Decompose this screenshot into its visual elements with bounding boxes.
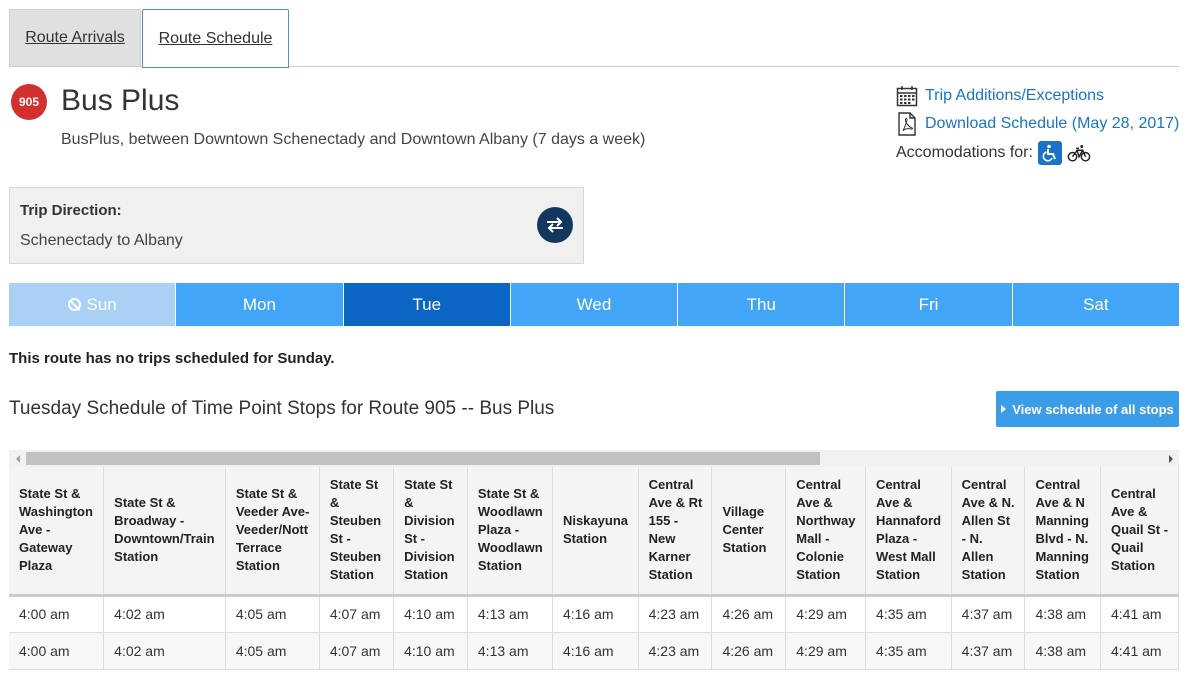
scroll-left-arrow[interactable] [9, 450, 26, 467]
trip-direction-label: Trip Direction: [20, 202, 122, 219]
column-header: Central Ave & Hannaford Plaza - West Mal… [865, 467, 952, 597]
table-cell: 4:10 am [393, 632, 468, 670]
trip-direction-value: Schenectady to Albany [20, 232, 183, 249]
table-cell: 4:07 am [319, 595, 395, 633]
view-all-stops-label: View schedule of all stops [1012, 401, 1174, 417]
caret-right-icon [1001, 405, 1007, 413]
table-header-row: State St & Washington Ave - Gateway Plaz… [9, 467, 1179, 597]
table-cell: 4:05 am [225, 595, 320, 633]
column-header: Central Ave & Quail St - Quail Station [1100, 467, 1179, 597]
tab-bar: Route Arrivals Route Schedule [9, 9, 1179, 68]
day-button-sun: Sun [9, 283, 177, 326]
table-cell: 4:10 am [393, 595, 468, 633]
table-cell: 4:16 am [552, 632, 639, 670]
pdf-file-icon [896, 112, 918, 136]
table-cell: 4:26 am [711, 595, 787, 633]
table-cell: 4:02 am [103, 632, 226, 670]
view-all-stops-button[interactable]: View schedule of all stops [996, 391, 1179, 427]
calendar-icon [896, 85, 918, 107]
table-cell: 4:29 am [785, 595, 867, 633]
swap-arrows-icon [547, 217, 563, 233]
column-header: State St & Steuben St - Steuben Station [319, 467, 395, 597]
table-horizontal-scrollbar[interactable] [9, 450, 1179, 467]
schedule-title: Tuesday Schedule of Time Point Stops for… [9, 398, 555, 419]
day-selector: Sun Mon Tue Wed Thu Fri Sat [9, 283, 1179, 326]
schedule-table-container: State St & Washington Ave - Gateway Plaz… [9, 467, 1179, 674]
accommodations-label: Accomodations for: [896, 144, 1033, 161]
column-header: Central Ave & N. Allen St - N. Allen Sta… [951, 467, 1026, 597]
trip-direction-panel: Trip Direction: Schenectady to Albany [9, 187, 584, 264]
table-cell: 4:13 am [467, 595, 553, 633]
table-cell: 4:07 am [319, 632, 395, 670]
accommodations-row: Accomodations for: [896, 138, 1186, 168]
ban-icon [67, 298, 81, 311]
day-button-wed[interactable]: Wed [510, 283, 679, 326]
table-cell: 4:37 am [951, 595, 1026, 633]
table-cell: 4:00 am [9, 595, 105, 633]
day-button-tue[interactable]: Tue [343, 283, 511, 326]
column-header: Central Ave & N Manning Blvd - N. Mannin… [1024, 467, 1101, 597]
bicycle-icon [1067, 141, 1091, 165]
column-header: State St & Woodlawn Plaza - Woodlawn Sta… [467, 467, 553, 597]
table-cell: 4:13 am [467, 632, 553, 670]
download-schedule-link[interactable]: Download Schedule (May 28, 2017) [925, 115, 1179, 133]
table-row: 4:00 am 4:02 am 4:05 am 4:07 am 4:10 am … [9, 595, 1179, 633]
trip-additions-link[interactable]: Trip Additions/Exceptions [925, 87, 1104, 105]
table-cell: 4:23 am [638, 595, 713, 633]
table-cell: 4:35 am [865, 632, 952, 670]
column-header: Village Center Station [711, 467, 787, 597]
schedule-table: State St & Washington Ave - Gateway Plaz… [9, 467, 1179, 670]
table-cell: 4:05 am [225, 632, 320, 670]
table-cell: 4:02 am [103, 595, 226, 633]
route-links: Trip Additions/Exceptions Download Sched… [896, 82, 1186, 168]
table-cell: 4:29 am [785, 632, 867, 670]
swap-direction-button[interactable] [537, 207, 573, 243]
table-cell: 4:41 am [1100, 632, 1179, 670]
no-trips-message: This route has no trips scheduled for Su… [9, 350, 335, 367]
day-label: Mon [242, 294, 276, 314]
day-label: Wed [576, 294, 612, 314]
day-label: Fri [918, 294, 939, 314]
trip-additions-link-row: Trip Additions/Exceptions [896, 82, 1186, 110]
download-link-row: Download Schedule (May 28, 2017) [896, 110, 1186, 138]
wheelchair-icon [1037, 141, 1062, 165]
table-cell: 4:38 am [1024, 595, 1101, 633]
table-cell: 4:35 am [865, 595, 952, 633]
column-header: State St & Washington Ave - Gateway Plaz… [9, 467, 105, 597]
day-label: Tue [412, 294, 442, 314]
day-label: Sat [1083, 294, 1109, 314]
route-title: Bus Plus [61, 84, 180, 117]
day-label: Thu [746, 294, 776, 314]
route-number-badge: 905 [11, 84, 47, 120]
column-header: State St & Veeder Ave- Veeder/Nott Terra… [225, 467, 320, 597]
column-header: Central Ave & Rt 155 - New Karner Statio… [638, 467, 713, 597]
table-cell: 4:37 am [951, 632, 1026, 670]
table-cell: 4:26 am [711, 632, 787, 670]
route-description: BusPlus, between Downtown Schenectady an… [61, 131, 646, 148]
tab-route-arrivals[interactable]: Route Arrivals [9, 9, 141, 66]
day-label: Sun [86, 294, 117, 314]
column-header: Niskayuna Station [552, 467, 639, 597]
table-cell: 4:00 am [9, 632, 105, 670]
tab-route-schedule[interactable]: Route Schedule [142, 9, 289, 68]
table-cell: 4:41 am [1100, 595, 1179, 633]
table-cell: 4:16 am [552, 595, 639, 633]
table-cell: 4:38 am [1024, 632, 1101, 670]
scrollbar-thumb[interactable] [26, 452, 820, 465]
day-button-thu[interactable]: Thu [678, 283, 846, 326]
column-header: State St & Broadway - Downtown/Train Sta… [103, 467, 226, 597]
day-button-mon[interactable]: Mon [176, 283, 344, 326]
day-button-fri[interactable]: Fri [845, 283, 1013, 326]
column-header: Central Ave & Northway Mall - Colonie St… [785, 467, 867, 597]
table-row: 4:00 am 4:02 am 4:05 am 4:07 am 4:10 am … [9, 632, 1179, 670]
table-cell: 4:23 am [638, 632, 713, 670]
column-header: State St & Division St - Division Statio… [393, 467, 468, 597]
day-button-sat[interactable]: Sat [1012, 283, 1179, 326]
scroll-right-arrow[interactable] [1162, 450, 1179, 467]
